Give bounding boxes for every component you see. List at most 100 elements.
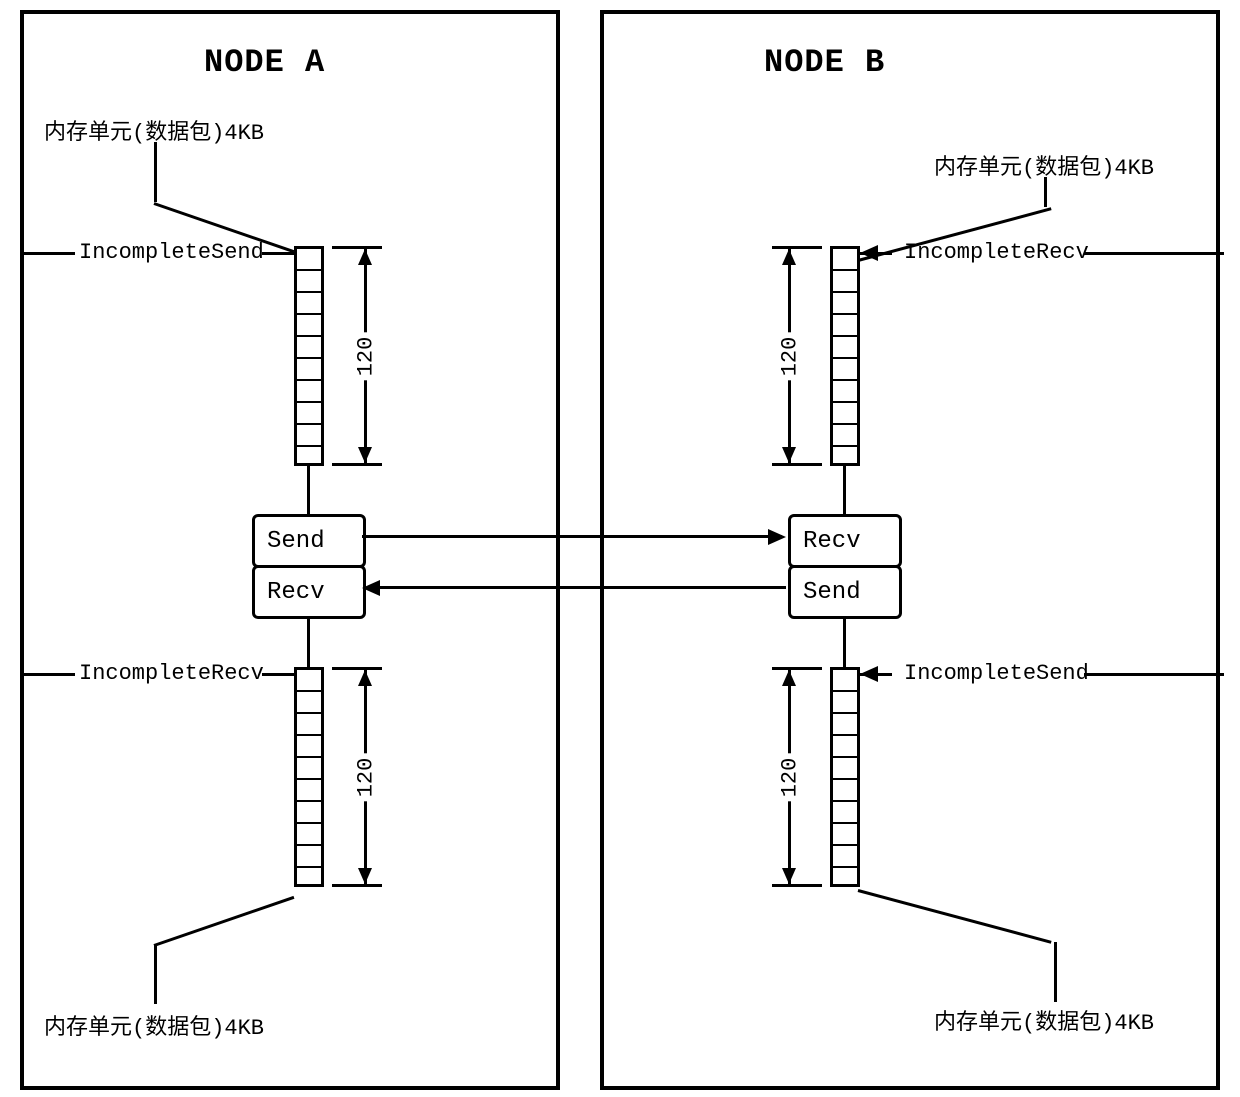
queue-cell [833,670,857,692]
queue-cell [297,758,321,780]
node-a-box: NODE A 内存单元(数据包)4KB IncompleteSend 120 [20,10,560,1090]
queue-cell [833,846,857,868]
queue-cell [833,249,857,271]
leader-diag [154,896,295,947]
node-a-dim-top: 120 [353,333,378,381]
dim-cap [772,246,822,249]
node-b-send-box: Send [788,565,902,619]
queue-cell [833,714,857,736]
queue-cell [833,824,857,846]
node-a-title: NODE A [204,44,325,81]
node-a-incomplete-send: IncompleteSend [79,240,264,265]
node-a-dim-bottom: 120 [353,754,378,802]
queue-cell [297,670,321,692]
node-b-top-queue [830,246,860,466]
queue-cell [297,315,321,337]
queue-cell [833,293,857,315]
node-b-dim-bottom: 120 [777,754,802,802]
dim-cap [332,884,382,887]
node-a-bottom-queue [294,667,324,887]
node-b-box: NODE B 内存单元(数据包)4KB IncompleteRecv [600,10,1220,1090]
leader-line [154,142,157,202]
queue-cell [297,381,321,403]
queue-cell [297,425,321,447]
dim-arrow [782,670,796,686]
queue-cell [833,736,857,758]
queue-cell [833,758,857,780]
diagram-container: NODE A 内存单元(数据包)4KB IncompleteSend 120 [20,10,1220,1090]
queue-cell [833,780,857,802]
ptr-line [20,673,75,676]
queue-cell [833,868,857,890]
stem [843,619,846,667]
ptr-arrow [860,666,878,682]
ptr-line [20,252,75,255]
dim-arrow [358,249,372,265]
recv-label: Recv [267,579,325,606]
queue-cell [297,293,321,315]
node-b-mem-bottom-label: 内存单元(数据包)4KB [934,1004,1154,1036]
node-b-dim-top: 120 [777,333,802,381]
queue-cell [833,425,857,447]
queue-cell [297,714,321,736]
ptr-line [262,673,294,676]
stem [307,466,310,514]
dim-arrow [782,249,796,265]
arrow-send-to-recv [362,535,782,538]
queue-cell [833,337,857,359]
node-b-incomplete-send: IncompleteSend [904,661,1089,686]
ptr-arrow [860,245,878,261]
recv-label: Recv [803,528,861,555]
stem [307,619,310,667]
ptr-line [1084,673,1224,676]
queue-cell [297,824,321,846]
leader-line [1054,942,1057,1002]
queue-cell [297,403,321,425]
leader-diag [858,889,1052,944]
queue-cell [833,315,857,337]
node-b-title: NODE B [764,44,885,81]
queue-cell [833,403,857,425]
queue-cell [297,802,321,824]
node-a-mem-bottom-label: 内存单元(数据包)4KB [44,1009,264,1041]
dim-cap [332,667,382,670]
arrow-head [768,529,786,545]
dim-cap [772,884,822,887]
queue-cell [297,868,321,890]
queue-cell [833,802,857,824]
ptr-line [1084,252,1224,255]
dim-arrow [358,868,372,884]
arrow-head [362,580,380,596]
node-b-recv-box: Recv [788,514,902,568]
node-b-bottom-queue [830,667,860,887]
arrow-send-to-recv-b [376,586,786,589]
queue-cell [833,271,857,293]
leader-line [1044,177,1047,207]
node-a-top-queue [294,246,324,466]
send-label: Send [267,528,325,555]
queue-cell [297,780,321,802]
dim-cap [772,667,822,670]
dim-cap [332,463,382,466]
queue-cell [833,692,857,714]
dim-arrow [782,447,796,463]
node-a-send-box: Send [252,514,366,568]
queue-cell [297,337,321,359]
dim-cap [772,463,822,466]
dim-arrow [358,670,372,686]
queue-cell [297,249,321,271]
queue-cell [833,381,857,403]
node-a-recv-box: Recv [252,565,366,619]
node-a-incomplete-recv: IncompleteRecv [79,661,264,686]
queue-cell [297,359,321,381]
dim-arrow [358,447,372,463]
queue-cell [297,736,321,758]
queue-cell [297,271,321,293]
ptr-line [262,252,294,255]
dim-arrow [782,868,796,884]
queue-cell [297,692,321,714]
leader-line [154,944,157,1004]
queue-cell [833,359,857,381]
send-label: Send [803,579,861,606]
dim-cap [332,246,382,249]
